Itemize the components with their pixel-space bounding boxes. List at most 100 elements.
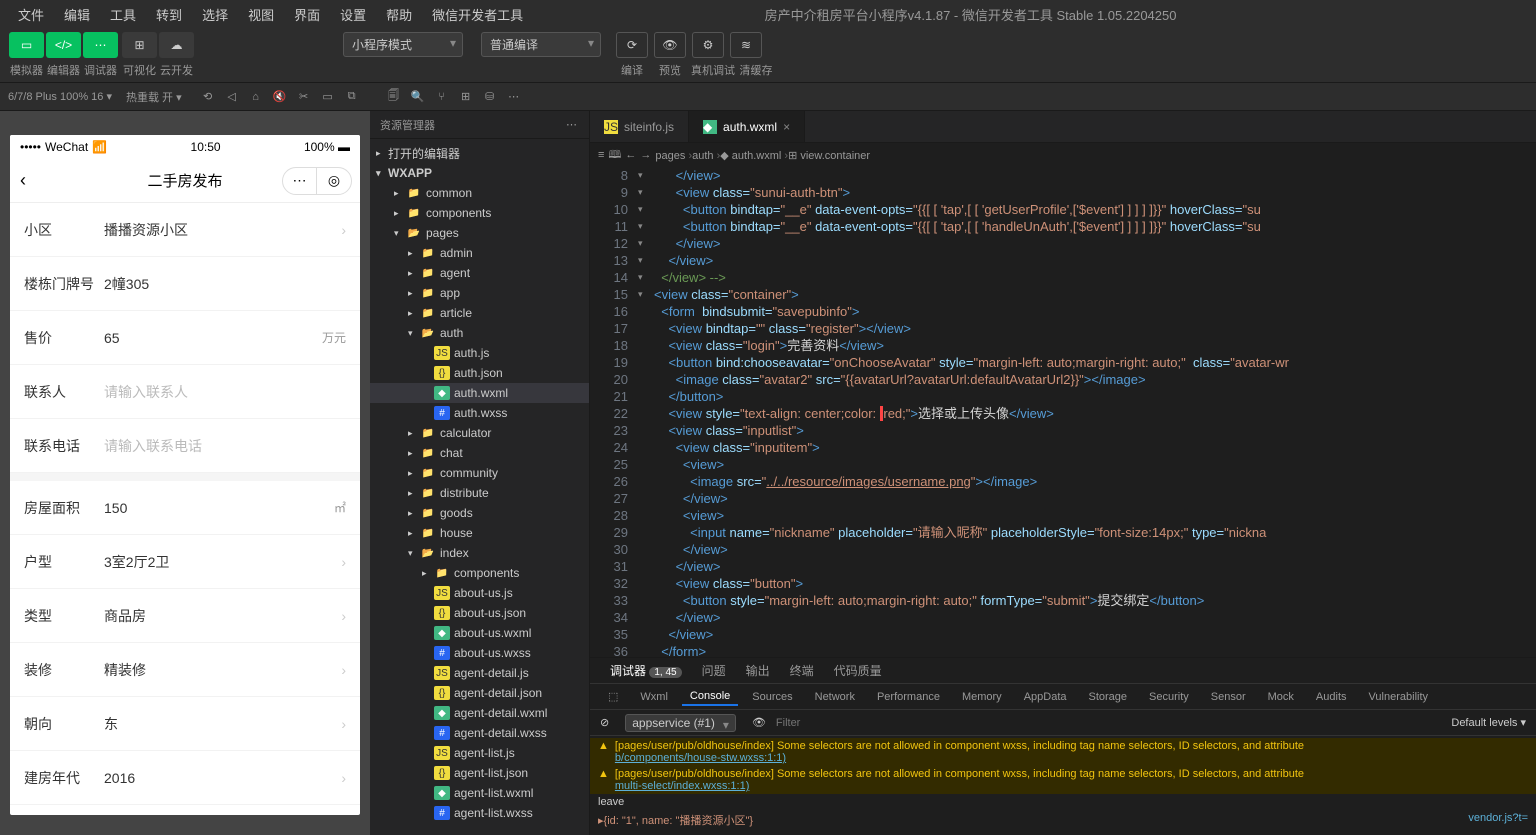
dt-sub-Vulnerability[interactable]: Vulnerability xyxy=(1361,689,1437,705)
tree-article[interactable]: ▸📁article xyxy=(370,303,589,323)
dt-sub-Network[interactable]: Network xyxy=(807,689,863,705)
dt-sub-AppData[interactable]: AppData xyxy=(1016,689,1075,705)
form-row-小区[interactable]: 小区播播资源小区› xyxy=(10,203,360,257)
project-root[interactable]: ▾WXAPP xyxy=(370,163,589,183)
menu-文件[interactable]: 文件 xyxy=(8,5,54,24)
device-select[interactable]: 6/7/8 Plus 100% 16 ▾ xyxy=(8,90,112,103)
tree-pages[interactable]: ▾📂pages xyxy=(370,223,589,243)
menu-设置[interactable]: 设置 xyxy=(330,5,376,24)
tree-components[interactable]: ▸📁components xyxy=(370,203,589,223)
menu-界面[interactable]: 界面 xyxy=(284,5,330,24)
menu-转到[interactable]: 转到 xyxy=(146,5,192,24)
visual-button[interactable]: ⊞ xyxy=(122,32,157,58)
tree-agent-list.wxss[interactable]: #agent-list.wxss xyxy=(370,803,589,823)
tree-about-us.json[interactable]: {}about-us.json xyxy=(370,603,589,623)
save-icon[interactable]: 🕮 xyxy=(608,146,621,165)
breadcrumb[interactable]: ≡ 🕮 ←→ pages ›auth ›◆ auth.wxml ›⊞ view.… xyxy=(590,143,1536,167)
explorer-more-icon[interactable]: ⋯ xyxy=(566,118,579,131)
tab-siteinfo.js[interactable]: JSsiteinfo.js xyxy=(590,111,689,142)
tree-app[interactable]: ▸📁app xyxy=(370,283,589,303)
tree-about-us.wxml[interactable]: ◆about-us.wxml xyxy=(370,623,589,643)
dt-tab-输出[interactable]: 输出 xyxy=(736,662,780,679)
dt-sub-Storage[interactable]: Storage xyxy=(1081,689,1136,705)
tree-about-us.wxss[interactable]: #about-us.wxss xyxy=(370,643,589,663)
debugger-button[interactable]: ⋯ xyxy=(83,32,118,58)
ext-icon[interactable]: ⊞ xyxy=(454,90,478,103)
tree-house[interactable]: ▸📁house xyxy=(370,523,589,543)
db-icon[interactable]: ⛁ xyxy=(478,90,502,103)
back-button[interactable]: ‹ xyxy=(20,170,26,191)
tree-agent-detail.json[interactable]: {}agent-detail.json xyxy=(370,683,589,703)
menu-视图[interactable]: 视图 xyxy=(238,5,284,24)
capsule-close[interactable]: ◎ xyxy=(317,168,351,194)
inspect-icon[interactable]: ⬚ xyxy=(600,688,626,705)
dt-sub-Wxml[interactable]: Wxml xyxy=(632,689,676,705)
tree-common[interactable]: ▸📁common xyxy=(370,183,589,203)
tree-auth.wxss[interactable]: #auth.wxss xyxy=(370,403,589,423)
form-row-售价[interactable]: 售价65万元 xyxy=(10,311,360,365)
tree-auth.js[interactable]: JSauth.js xyxy=(370,343,589,363)
compile-button[interactable]: ⟳ xyxy=(616,32,648,58)
more-icon[interactable]: ⋯ xyxy=(502,90,526,103)
rotate-icon[interactable]: ⟲ xyxy=(196,90,220,103)
branch-icon[interactable]: ⑂ xyxy=(430,91,454,103)
tree-about-us.js[interactable]: JSabout-us.js xyxy=(370,583,589,603)
tree-agent-list.js[interactable]: JSagent-list.js xyxy=(370,743,589,763)
dt-tab-问题[interactable]: 问题 xyxy=(692,662,736,679)
dt-tab-代码质量[interactable]: 代码质量 xyxy=(824,662,892,679)
tree-agent-list.wxml[interactable]: ◆agent-list.wxml xyxy=(370,783,589,803)
eye-icon[interactable]: 👁 xyxy=(752,716,766,729)
cloud-button[interactable]: ☁ xyxy=(159,32,194,58)
dt-sub-Mock[interactable]: Mock xyxy=(1260,689,1302,705)
tree-chat[interactable]: ▸📁chat xyxy=(370,443,589,463)
form-row-户型[interactable]: 户型3室2厅2卫› xyxy=(10,535,360,589)
levels-select[interactable]: Default levels ▾ xyxy=(1451,716,1526,729)
form-row-装修[interactable]: 装修精装修› xyxy=(10,643,360,697)
form-row-楼栋门牌号[interactable]: 楼栋门牌号2幢305 xyxy=(10,257,360,311)
tree-components[interactable]: ▸📁components xyxy=(370,563,589,583)
preview-button[interactable]: 👁 xyxy=(654,32,686,58)
form-row-联系人[interactable]: 联系人请输入联系人 xyxy=(10,365,360,419)
form-row-联系电话[interactable]: 联系电话请输入联系电话 xyxy=(10,419,360,473)
form-row-类型[interactable]: 类型商品房› xyxy=(10,589,360,643)
files-icon[interactable]: 🗐 xyxy=(382,87,406,106)
clear-console-icon[interactable]: ⊘ xyxy=(600,716,609,729)
tree-agent-detail.wxml[interactable]: ◆agent-detail.wxml xyxy=(370,703,589,723)
form-row-朝向[interactable]: 朝向东› xyxy=(10,697,360,751)
menu-帮助[interactable]: 帮助 xyxy=(376,5,422,24)
menu-微信开发者工具[interactable]: 微信开发者工具 xyxy=(422,5,533,24)
dt-sub-Security[interactable]: Security xyxy=(1141,689,1197,705)
dt-sub-Performance[interactable]: Performance xyxy=(869,689,948,705)
tree-goods[interactable]: ▸📁goods xyxy=(370,503,589,523)
console-object[interactable]: ▸{id: "1", name: "播播资源小区"}vendor.js?t= xyxy=(590,810,1536,830)
editor-button[interactable]: </> xyxy=(46,32,81,58)
close-icon[interactable]: × xyxy=(783,120,790,134)
form-row-建房年代[interactable]: 建房年代2016› xyxy=(10,751,360,805)
float-icon[interactable]: ⧉ xyxy=(340,90,364,103)
filter-input[interactable] xyxy=(776,717,1441,729)
simulator-button[interactable]: ▭ xyxy=(9,32,44,58)
tree-admin[interactable]: ▸📁admin xyxy=(370,243,589,263)
tab-auth.wxml[interactable]: ◆auth.wxml× xyxy=(689,111,805,142)
hotreload-toggle[interactable]: 热重载 开 ▾ xyxy=(126,89,182,105)
dt-tab-终端[interactable]: 终端 xyxy=(780,662,824,679)
menu-编辑[interactable]: 编辑 xyxy=(54,5,100,24)
search-icon[interactable]: 🔍 xyxy=(406,90,430,103)
menu-工具[interactable]: 工具 xyxy=(100,5,146,24)
tree-agent-list.json[interactable]: {}agent-list.json xyxy=(370,763,589,783)
menu-选择[interactable]: 选择 xyxy=(192,5,238,24)
dt-sub-Audits[interactable]: Audits xyxy=(1308,689,1355,705)
tree-agent-detail.wxss[interactable]: #agent-detail.wxss xyxy=(370,723,589,743)
cut-icon[interactable]: ✂ xyxy=(292,90,316,103)
tree-calculator[interactable]: ▸📁calculator xyxy=(370,423,589,443)
tree-community[interactable]: ▸📁community xyxy=(370,463,589,483)
back-icon[interactable]: ◁ xyxy=(220,90,244,103)
clear-cache-button[interactable]: ≋ xyxy=(730,32,762,58)
tree-auth.json[interactable]: {}auth.json xyxy=(370,363,589,383)
tree-distribute[interactable]: ▸📁distribute xyxy=(370,483,589,503)
device-icon[interactable]: ▭ xyxy=(316,90,340,103)
tree-auth[interactable]: ▾📂auth xyxy=(370,323,589,343)
dt-sub-Sensor[interactable]: Sensor xyxy=(1203,689,1254,705)
form-row-房屋面积[interactable]: 房屋面积150㎡ xyxy=(10,481,360,535)
dt-tab-调试器[interactable]: 调试器 1, 45 xyxy=(600,662,692,679)
